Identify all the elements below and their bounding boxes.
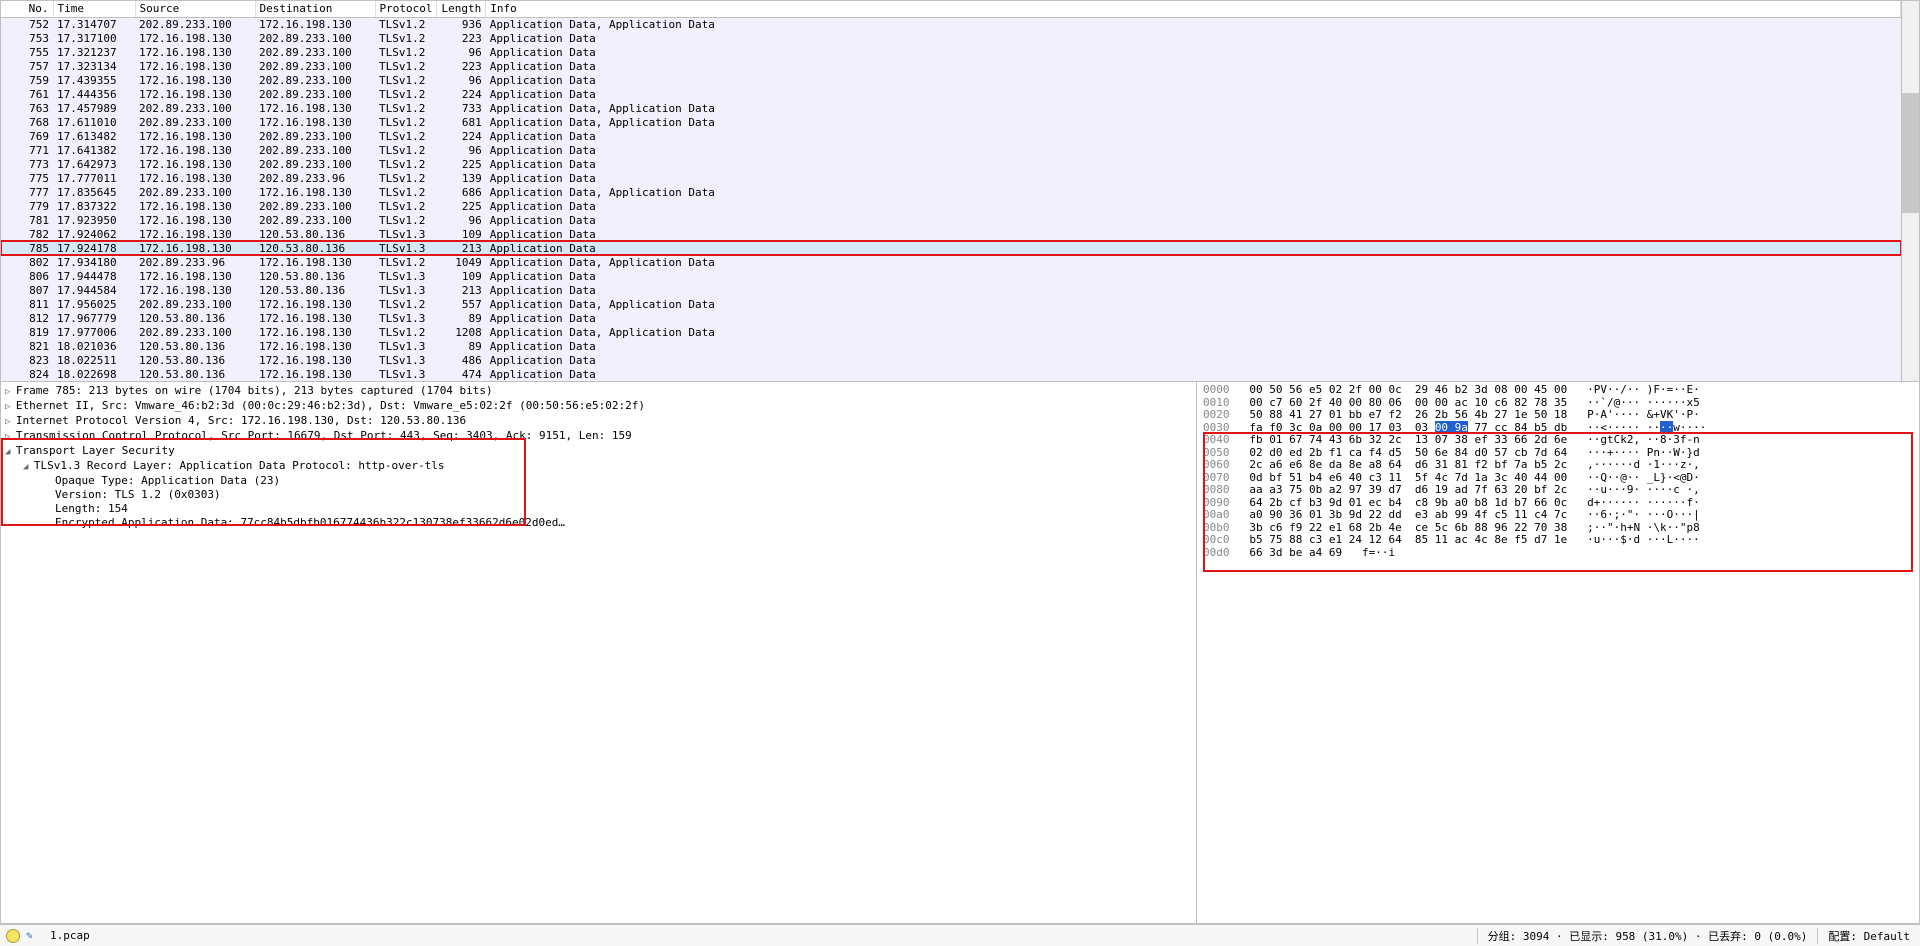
packet-row[interactable]: 78217.924062172.16.198.130120.53.80.136T…	[1, 227, 1901, 241]
tree-tls-record[interactable]: TLSv1.3 Record Layer: Application Data P…	[5, 459, 1192, 474]
packet-row[interactable]: 81917.977006202.89.233.100172.16.198.130…	[1, 325, 1901, 339]
packet-row[interactable]: 76917.613482172.16.198.130202.89.233.100…	[1, 129, 1901, 143]
packet-row[interactable]: 82118.021036120.53.80.136172.16.198.130T…	[1, 339, 1901, 353]
tree-ip[interactable]: Internet Protocol Version 4, Src: 172.16…	[5, 414, 1192, 429]
packet-row[interactable]: 78117.923950172.16.198.130202.89.233.100…	[1, 213, 1901, 227]
status-file: 1.pcap	[48, 929, 1477, 942]
tree-tls[interactable]: Transport Layer Security	[5, 444, 1192, 459]
packet-row[interactable]: 81217.967779120.53.80.136172.16.198.130T…	[1, 311, 1901, 325]
packet-row[interactable]: 77317.642973172.16.198.130202.89.233.100…	[1, 157, 1901, 171]
col-protocol[interactable]: Protocol	[375, 1, 437, 17]
packet-row[interactable]: 80717.944584172.16.198.130120.53.80.136T…	[1, 283, 1901, 297]
packet-row[interactable]: 75217.314707202.89.233.100172.16.198.130…	[1, 17, 1901, 31]
hex-line[interactable]: 00c0 b5 75 88 c3 e1 24 12 64 85 11 ac 4c…	[1203, 534, 1913, 547]
packet-row[interactable]: 75317.317100172.16.198.130202.89.233.100…	[1, 31, 1901, 45]
capture-status-icon	[6, 929, 20, 943]
packet-table[interactable]: No. Time Source Destination Protocol Len…	[1, 1, 1901, 381]
packet-row[interactable]: 77917.837322172.16.198.130202.89.233.100…	[1, 199, 1901, 213]
tree-frame[interactable]: Frame 785: 213 bytes on wire (1704 bits)…	[5, 384, 1192, 399]
edit-icon[interactable]: ✎	[26, 929, 40, 943]
packet-row[interactable]: 76317.457989202.89.233.100172.16.198.130…	[1, 101, 1901, 115]
col-length[interactable]: Length	[437, 1, 486, 17]
tree-encrypted-data[interactable]: Encrypted Application Data: 77cc84b5dbfb…	[5, 516, 1192, 530]
packet-row[interactable]: 77117.641382172.16.198.130202.89.233.100…	[1, 143, 1901, 157]
packet-row[interactable]: 75717.323134172.16.198.130202.89.233.100…	[1, 59, 1901, 73]
packet-details-pane[interactable]: Frame 785: 213 bytes on wire (1704 bits)…	[1, 382, 1197, 923]
status-profile[interactable]: 配置: Default	[1817, 928, 1920, 944]
packet-row[interactable]: 78517.924178172.16.198.130120.53.80.136T…	[1, 241, 1901, 255]
packet-row[interactable]: 82318.022511120.53.80.136172.16.198.130T…	[1, 353, 1901, 367]
hex-line[interactable]: 0080 aa a3 75 0b a2 97 39 d7 d6 19 ad 7f…	[1203, 484, 1913, 497]
status-bar: ✎ 1.pcap 分组: 3094 · 已显示: 958 (31.0%) · 已…	[0, 924, 1920, 946]
tree-version[interactable]: Version: TLS 1.2 (0x0303)	[5, 488, 1192, 502]
packet-row[interactable]: 81117.956025202.89.233.100172.16.198.130…	[1, 297, 1901, 311]
col-info[interactable]: Info	[486, 1, 1901, 17]
packet-row[interactable]: 76117.444356172.16.198.130202.89.233.100…	[1, 87, 1901, 101]
hex-line[interactable]: 00a0 a0 90 36 01 3b 9d 22 dd e3 ab 99 4f…	[1203, 509, 1913, 522]
packet-row[interactable]: 76817.611010202.89.233.100172.16.198.130…	[1, 115, 1901, 129]
scrollbar-thumb[interactable]	[1902, 93, 1919, 213]
packet-row[interactable]: 82418.022698120.53.80.136172.16.198.130T…	[1, 367, 1901, 381]
packet-list-scrollbar[interactable]	[1901, 1, 1919, 381]
packet-list-pane[interactable]: No. Time Source Destination Protocol Len…	[0, 0, 1920, 382]
col-source[interactable]: Source	[135, 1, 255, 17]
hex-line[interactable]: 0060 2c a6 e6 8e da 8e a8 64 d6 31 81 f2…	[1203, 459, 1913, 472]
status-packets: 分组: 3094 · 已显示: 958 (31.0%) · 已丢弃: 0 (0.…	[1477, 928, 1818, 944]
packet-row[interactable]: 75517.321237172.16.198.130202.89.233.100…	[1, 45, 1901, 59]
packet-row[interactable]: 77517.777011172.16.198.130202.89.233.96T…	[1, 171, 1901, 185]
packet-row[interactable]: 75917.439355172.16.198.130202.89.233.100…	[1, 73, 1901, 87]
col-no[interactable]: No.	[1, 1, 53, 17]
hex-line[interactable]: 00d0 66 3d be a4 69 f=··i	[1203, 547, 1913, 560]
packet-row[interactable]: 80217.934180202.89.233.96172.16.198.130T…	[1, 255, 1901, 269]
packet-row[interactable]: 77717.835645202.89.233.100172.16.198.130…	[1, 185, 1901, 199]
hex-line[interactable]: 0000 00 50 56 e5 02 2f 00 0c 29 46 b2 3d…	[1203, 384, 1913, 397]
tree-opaque-type[interactable]: Opaque Type: Application Data (23)	[5, 474, 1192, 488]
col-destination[interactable]: Destination	[255, 1, 375, 17]
hex-line[interactable]: 0020 50 88 41 27 01 bb e7 f2 26 2b 56 4b…	[1203, 409, 1913, 422]
hex-line[interactable]: 0040 fb 01 67 74 43 6b 32 2c 13 07 38 ef…	[1203, 434, 1913, 447]
packet-row[interactable]: 80617.944478172.16.198.130120.53.80.136T…	[1, 269, 1901, 283]
tree-ethernet[interactable]: Ethernet II, Src: Vmware_46:b2:3d (00:0c…	[5, 399, 1192, 414]
tree-length[interactable]: Length: 154	[5, 502, 1192, 516]
header-row: No. Time Source Destination Protocol Len…	[1, 1, 1901, 17]
tree-tcp[interactable]: Transmission Control Protocol, Src Port:…	[5, 429, 1192, 444]
packet-bytes-pane[interactable]: 0000 00 50 56 e5 02 2f 00 0c 29 46 b2 3d…	[1197, 382, 1919, 923]
col-time[interactable]: Time	[53, 1, 135, 17]
